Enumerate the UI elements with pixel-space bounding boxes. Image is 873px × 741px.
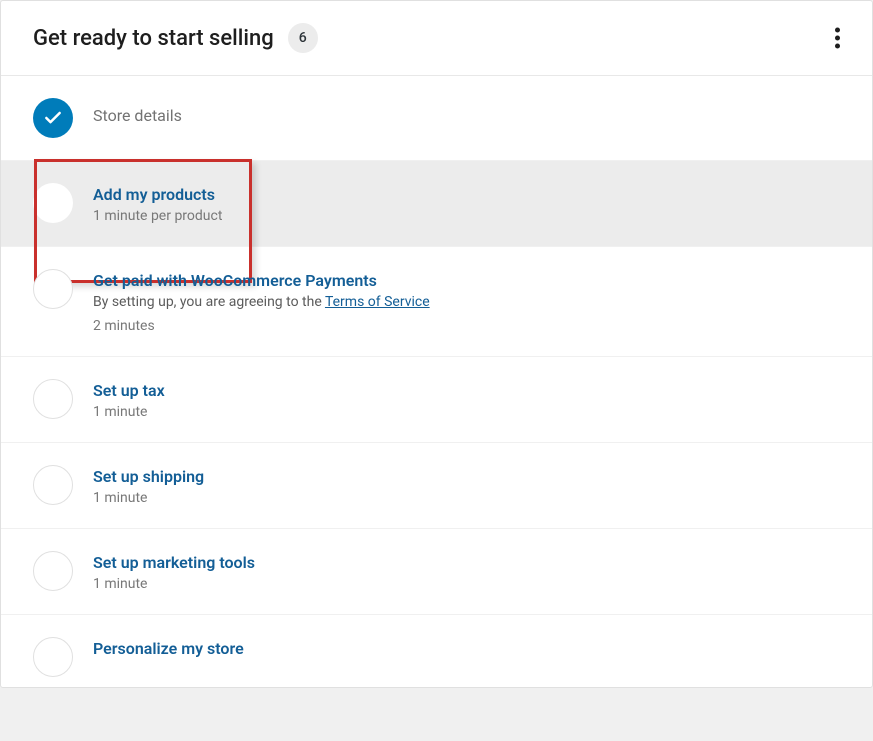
task-status-pending	[33, 465, 73, 505]
task-item-store-details[interactable]: Store details	[1, 76, 872, 161]
task-item-personalize-store[interactable]: Personalize my store	[1, 615, 872, 687]
task-meta: 1 minute	[93, 490, 840, 506]
task-title: Store details	[93, 106, 840, 125]
task-status-pending	[33, 551, 73, 591]
task-title: Get paid with WooCommerce Payments	[93, 271, 840, 290]
task-content: Add my products 1 minute per product	[93, 183, 840, 224]
terms-of-service-link[interactable]: Terms of Service	[325, 294, 430, 310]
task-item-add-products[interactable]: Add my products 1 minute per product	[1, 161, 872, 247]
task-status-pending	[33, 637, 73, 677]
task-content: Set up marketing tools 1 minute	[93, 551, 840, 592]
task-title: Add my products	[93, 185, 840, 204]
check-icon	[43, 108, 63, 128]
task-meta: 1 minute	[93, 404, 840, 420]
task-item-set-up-shipping[interactable]: Set up shipping 1 minute	[1, 443, 872, 529]
task-item-marketing-tools[interactable]: Set up marketing tools 1 minute	[1, 529, 872, 615]
task-meta: 1 minute per product	[93, 208, 840, 224]
task-title: Set up marketing tools	[93, 553, 840, 572]
task-item-set-up-tax[interactable]: Set up tax 1 minute	[1, 357, 872, 443]
task-meta: 1 minute	[93, 576, 840, 592]
task-title: Set up shipping	[93, 467, 840, 486]
task-status-pending	[33, 269, 73, 309]
task-meta: 2 minutes	[93, 318, 840, 334]
ellipsis-vertical-icon	[835, 28, 840, 33]
task-content: Personalize my store	[93, 637, 840, 662]
task-list: Store details Add my products 1 minute p…	[1, 76, 872, 687]
task-content: Store details	[93, 98, 840, 129]
card-title: Get ready to start selling	[33, 26, 274, 51]
more-options-button[interactable]	[827, 20, 848, 57]
task-status-pending	[33, 379, 73, 419]
card-header: Get ready to start selling 6	[1, 1, 872, 76]
task-content: Set up shipping 1 minute	[93, 465, 840, 506]
task-title: Set up tax	[93, 381, 840, 400]
task-content: Set up tax 1 minute	[93, 379, 840, 420]
task-item-get-paid[interactable]: Get paid with WooCommerce Payments By se…	[1, 247, 872, 357]
task-status-done	[33, 98, 73, 138]
task-title: Personalize my store	[93, 639, 840, 658]
task-content: Get paid with WooCommerce Payments By se…	[93, 269, 840, 334]
setup-tasks-card: Get ready to start selling 6 Store detai…	[0, 0, 873, 688]
task-description: By setting up, you are agreeing to the T…	[93, 294, 840, 310]
task-status-pending	[33, 183, 73, 223]
task-description-text: By setting up, you are agreeing to the	[93, 294, 325, 310]
task-count-badge: 6	[288, 23, 318, 53]
